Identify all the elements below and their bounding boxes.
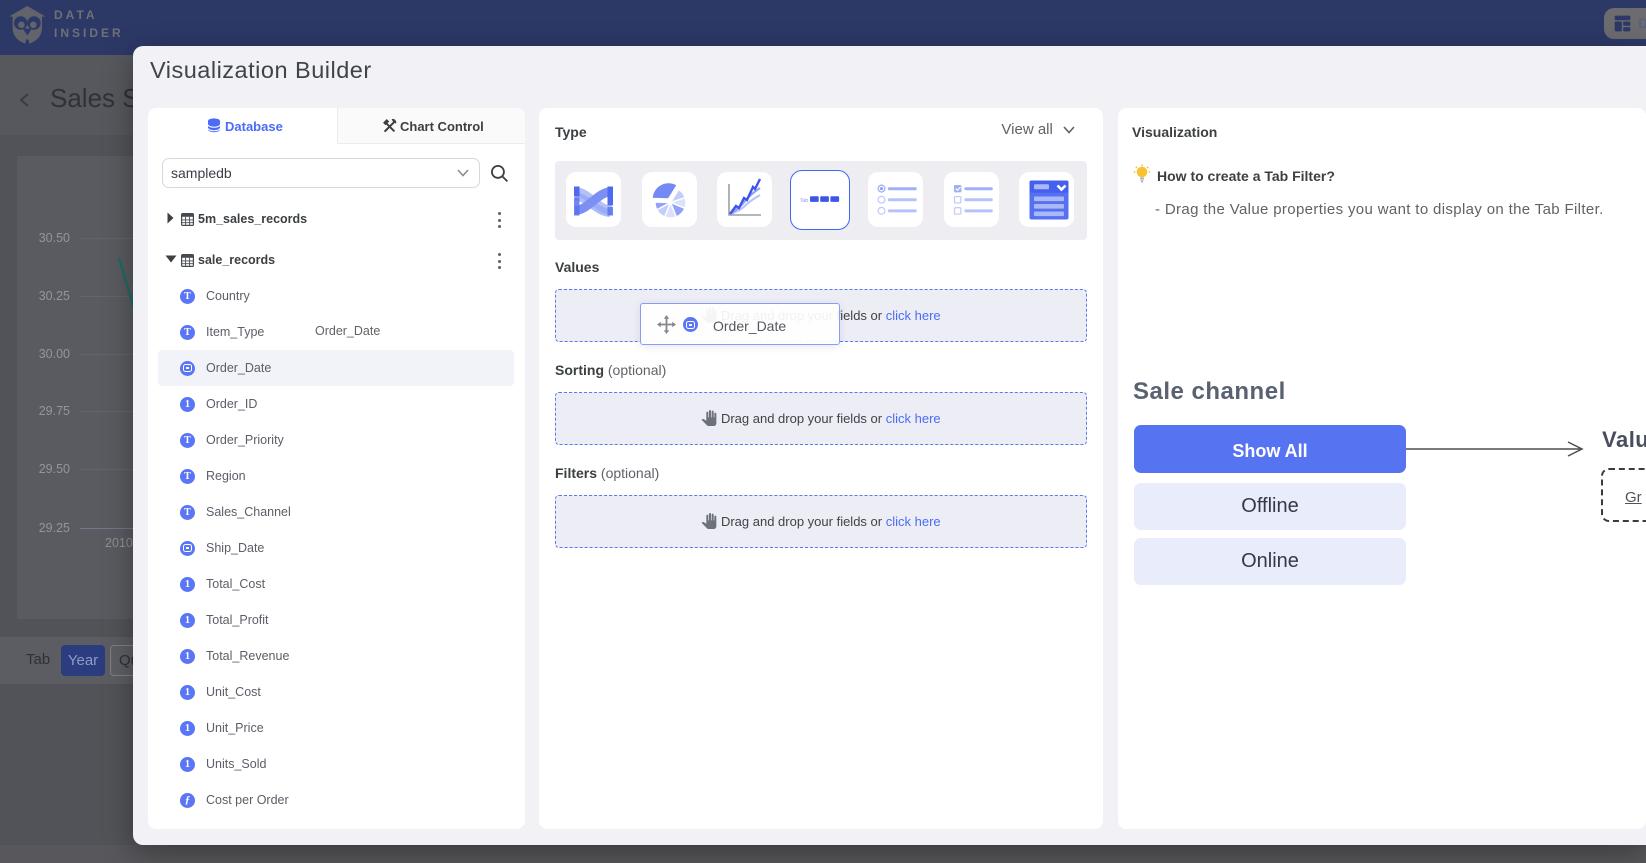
svg-text:Tab: Tab <box>799 198 808 204</box>
